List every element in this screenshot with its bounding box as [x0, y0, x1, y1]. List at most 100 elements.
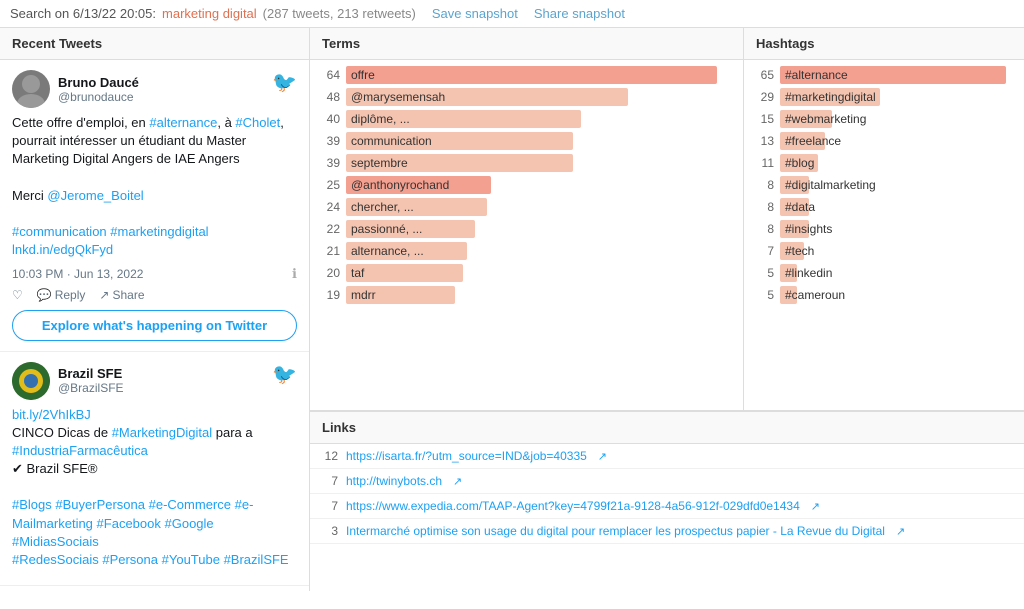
- hashtag-marketingdigital[interactable]: #marketingdigital: [110, 224, 208, 239]
- hashtag-facebook[interactable]: #Facebook: [97, 516, 161, 531]
- term-bar: chercher, ...: [346, 198, 487, 216]
- link-url[interactable]: https://isarta.fr/?utm_source=IND&job=40…: [346, 449, 587, 463]
- hashtag-row[interactable]: 65 #alternance: [744, 64, 1024, 86]
- term-row[interactable]: 64 offre: [310, 64, 743, 86]
- hashtag-bar-container: #data: [780, 198, 1018, 216]
- term-count: 39: [316, 156, 340, 170]
- hashtag-communication[interactable]: #communication: [12, 224, 107, 239]
- hashtag-industria[interactable]: #IndustriaFarmacêutica: [12, 443, 148, 458]
- reply-icon: 💬: [37, 288, 52, 302]
- mention-jerome[interactable]: @Jerome_Boitel: [47, 188, 143, 203]
- hashtag-bar-container: #alternance: [780, 66, 1018, 84]
- hashtag-count: 8: [750, 222, 774, 236]
- link-row: 7 https://www.expedia.com/TAAP-Agent?key…: [310, 494, 1024, 519]
- main-layout: Recent Tweets Bruno Daucé @br: [0, 28, 1024, 591]
- links-scroll[interactable]: 12 https://isarta.fr/?utm_source=IND&job…: [310, 444, 1024, 591]
- link-row: 12 https://isarta.fr/?utm_source=IND&job…: [310, 444, 1024, 469]
- hashtag-count: 5: [750, 288, 774, 302]
- link-url[interactable]: Intermarché optimise son usage du digita…: [346, 524, 885, 538]
- share-snapshot-link[interactable]: Share snapshot: [534, 6, 625, 21]
- term-label: offre: [351, 68, 375, 82]
- terms-panel: Terms 64 offre 48 @marysemensah 40 diplô…: [310, 28, 744, 410]
- term-row[interactable]: 22 passionné, ...: [310, 218, 743, 240]
- hashtag-count: 11: [750, 156, 774, 170]
- term-count: 25: [316, 178, 340, 192]
- term-bar: diplôme, ...: [346, 110, 581, 128]
- hashtag-bar: #marketingdigital: [780, 88, 880, 106]
- term-row[interactable]: 39 septembre: [310, 152, 743, 174]
- link-url[interactable]: https://www.expedia.com/TAAP-Agent?key=4…: [346, 499, 800, 513]
- hashtag-cholet[interactable]: #Cholet: [235, 115, 280, 130]
- hashtag-count: 29: [750, 90, 774, 104]
- info-icon[interactable]: ℹ: [292, 266, 297, 282]
- hashtag-row[interactable]: 5 #linkedin: [744, 262, 1024, 284]
- hashtag-bar-container: #marketingdigital: [780, 88, 1018, 106]
- reply-action[interactable]: 💬 Reply: [37, 288, 86, 302]
- hashtag-label: #cameroun: [785, 288, 845, 302]
- hashtag-ecommerce[interactable]: #e-Commerce: [149, 497, 231, 512]
- tweet-card: Bruno Daucé @brunodauce 🐦 Cette offre d'…: [0, 60, 309, 352]
- term-row[interactable]: 39 communication: [310, 130, 743, 152]
- hashtag-midias[interactable]: #MidiasSociais: [12, 534, 99, 549]
- hashtag-row[interactable]: 7 #tech: [744, 240, 1024, 262]
- hashtag-row[interactable]: 5 #cameroun: [744, 284, 1024, 306]
- hashtag-persona[interactable]: #Persona: [102, 552, 158, 567]
- term-count: 22: [316, 222, 340, 236]
- term-row[interactable]: 40 diplôme, ...: [310, 108, 743, 130]
- hashtag-row[interactable]: 8 #insights: [744, 218, 1024, 240]
- term-label: communication: [351, 134, 432, 148]
- short-link[interactable]: lnkd.in/edgQkFyd: [12, 242, 113, 257]
- term-row[interactable]: 24 chercher, ...: [310, 196, 743, 218]
- hashtag-buyer[interactable]: #BuyerPersona: [55, 497, 145, 512]
- hashtag-blogs[interactable]: #Blogs: [12, 497, 52, 512]
- hashtag-bar: #insights: [780, 220, 809, 238]
- hashtag-count: 8: [750, 200, 774, 214]
- short-link[interactable]: bit.ly/2VhIkBJ: [12, 407, 91, 422]
- share-icon: ↗: [99, 288, 109, 302]
- hashtags-header: Hashtags: [744, 28, 1024, 60]
- term-bar: mdrr: [346, 286, 455, 304]
- avatar: [12, 362, 50, 400]
- like-action[interactable]: ♡: [12, 288, 23, 302]
- hashtag-label: #data: [785, 200, 815, 214]
- hashtag-row[interactable]: 15 #webmarketing: [744, 108, 1024, 130]
- terms-scroll[interactable]: 64 offre 48 @marysemensah 40 diplôme, ..…: [310, 60, 743, 410]
- term-row[interactable]: 21 alternance, ...: [310, 240, 743, 262]
- explore-twitter-button[interactable]: Explore what's happening on Twitter: [12, 310, 297, 341]
- term-bar: offre: [346, 66, 717, 84]
- link-url[interactable]: http://twinybots.ch: [346, 474, 442, 488]
- hashtag-youtube[interactable]: #YouTube: [162, 552, 220, 567]
- term-count: 39: [316, 134, 340, 148]
- hashtag-bar: #webmarketing: [780, 110, 832, 128]
- hashtag-google[interactable]: #Google: [165, 516, 214, 531]
- hashtag-row[interactable]: 13 #freelance: [744, 130, 1024, 152]
- share-action[interactable]: ↗ Share: [99, 288, 144, 302]
- tweet-top: Bruno Daucé @brunodauce 🐦: [12, 70, 297, 108]
- term-row[interactable]: 19 mdrr: [310, 284, 743, 306]
- hashtag-count: 65: [750, 68, 774, 82]
- hashtag-row[interactable]: 8 #data: [744, 196, 1024, 218]
- hashtag-redes[interactable]: #RedesSociais: [12, 552, 99, 567]
- hashtag-row[interactable]: 11 #blog: [744, 152, 1024, 174]
- hashtag-bar-container: #digitalmarketing: [780, 176, 1018, 194]
- hashtag-bar-container: #blog: [780, 154, 1018, 172]
- hashtag-bar-container: #linkedin: [780, 264, 1018, 282]
- term-row[interactable]: 25 @anthonyrochand: [310, 174, 743, 196]
- hashtag-count: 13: [750, 134, 774, 148]
- term-row[interactable]: 48 @marysemensah: [310, 86, 743, 108]
- hashtag-row[interactable]: 8 #digitalmarketing: [744, 174, 1024, 196]
- external-link-icon: ↗: [598, 450, 607, 463]
- term-row[interactable]: 20 taf: [310, 262, 743, 284]
- tweets-scroll[interactable]: Bruno Daucé @brunodauce 🐦 Cette offre d'…: [0, 60, 309, 591]
- hashtag-row[interactable]: 29 #marketingdigital: [744, 86, 1024, 108]
- term-bar-container: taf: [346, 264, 737, 282]
- tweet-card: Brazil SFE @BrazilSFE 🐦 bit.ly/2VhIkBJ C…: [0, 352, 309, 587]
- save-snapshot-link[interactable]: Save snapshot: [432, 6, 518, 21]
- hashtag-marketing[interactable]: #MarketingDigital: [112, 425, 212, 440]
- hashtag-alternance[interactable]: #alternance: [149, 115, 217, 130]
- hashtags-scroll[interactable]: 65 #alternance 29 #marketingdigital 15 #…: [744, 60, 1024, 410]
- twitter-bird-icon: 🐦: [272, 362, 297, 387]
- hashtag-brazilsfe[interactable]: #BrazilSFE: [224, 552, 289, 567]
- tweet-timestamp: 10:03 PM · Jun 13, 2022: [12, 267, 143, 281]
- link-count: 3: [318, 524, 338, 538]
